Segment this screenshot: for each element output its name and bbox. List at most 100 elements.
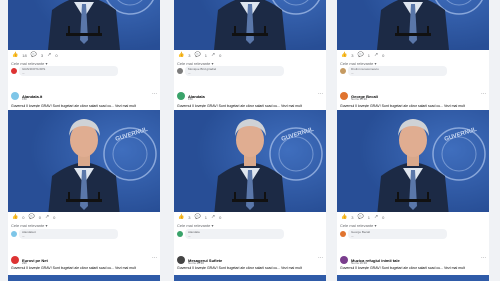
comment-icon[interactable]: 💬	[28, 215, 34, 220]
top-comment[interactable]: Monique Bird giradiel ...	[177, 66, 284, 76]
news-photo: GUVERNUL	[8, 0, 160, 50]
more-options-icon[interactable]: ···	[481, 255, 486, 261]
like-icon[interactable]: 👍	[178, 53, 184, 58]
share-icon[interactable]: ↗	[45, 215, 49, 220]
more-options-icon[interactable]: ···	[152, 255, 157, 261]
comment-count: 1	[204, 53, 207, 58]
news-photo: GUVERNUL	[337, 110, 489, 212]
comment-bubble: Alandala.it ...	[19, 229, 118, 239]
post-time[interactable]: Noi la 16:30	[188, 261, 204, 265]
reactions-bar: 👍 3 💬 1 ↗ 0	[174, 213, 326, 222]
news-photo: GUVERNUL	[337, 0, 489, 50]
comment-bubble: Alandala ...	[185, 229, 284, 239]
avatar	[177, 231, 183, 237]
share-icon[interactable]: ↗	[47, 53, 51, 58]
like-count: 3	[351, 215, 354, 220]
post-header: Muzica refugiul inimii tale Noi la 16:30…	[340, 254, 488, 266]
comment-icon[interactable]: 💬	[357, 53, 363, 58]
post-column-1: GUVERNUL 👍18 💬3 ↗0 Cele mai relevante ▾ …	[8, 0, 160, 281]
post-column-2: GUVERNUL 👍 3 💬 1 ↗ 0 Cele mai relevante ▾ M…	[174, 0, 326, 281]
share-count: 0	[382, 215, 385, 220]
page-avatar[interactable]	[11, 92, 19, 100]
avatar	[11, 68, 17, 74]
like-icon[interactable]: 👍	[341, 215, 347, 220]
post-time[interactable]: Noi la 16:30	[351, 97, 367, 101]
share-icon[interactable]: ↗	[211, 215, 215, 220]
more-options-icon[interactable]: ···	[481, 91, 486, 97]
like-count: 3	[188, 215, 191, 220]
comment-text: ...	[22, 234, 25, 238]
comment-icon[interactable]: 💬	[357, 215, 363, 220]
share-count: 0	[219, 215, 222, 220]
comment-bubble: GRANDOTA IRIS ...	[19, 66, 118, 76]
post-caption: Guvernul îl lovește GRAV! Sunt bugetari …	[11, 104, 136, 108]
page-avatar[interactable]	[340, 92, 348, 100]
comment-icon[interactable]: 💬	[194, 53, 200, 58]
news-photo	[337, 275, 489, 281]
post-header: Alandala 15h ···	[177, 90, 325, 102]
more-options-icon[interactable]: ···	[318, 255, 323, 261]
post-header: Mesagerul Suflete Noi la 16:30 ···	[177, 254, 325, 266]
comment-text: ...	[188, 71, 191, 75]
reactions-bar: 👍 3 💬 1 ↗ 0	[174, 51, 326, 60]
comment-text: ...	[351, 71, 354, 75]
share-count: 0	[219, 53, 222, 58]
post-time[interactable]: 15h	[188, 97, 193, 101]
avatar	[177, 68, 183, 74]
post-header: George Becali Noi la 16:30 ···	[340, 90, 488, 102]
like-count: 0	[22, 215, 25, 220]
share-icon[interactable]: ↗	[211, 53, 215, 58]
news-photo: GUVERNUL	[174, 0, 326, 50]
post-caption: Guvernul îl lovește GRAV! Sunt bugetari …	[11, 266, 136, 270]
relevance-filter[interactable]: Cele mai relevante ▾	[11, 223, 47, 228]
more-options-icon[interactable]: ···	[152, 91, 157, 97]
comment-bubble: Monique Bird giradiel ...	[185, 66, 284, 76]
relevance-filter[interactable]: Cele mai relevante ▾	[340, 223, 376, 228]
like-icon[interactable]: 👍	[12, 215, 18, 220]
avatar	[11, 231, 17, 237]
news-photo: GUVERNUL	[174, 110, 326, 212]
page-avatar[interactable]	[177, 92, 185, 100]
post-time[interactable]: 22h	[22, 261, 27, 265]
comment-count: 1	[367, 215, 370, 220]
news-photo	[174, 275, 326, 281]
post-time[interactable]: 15h	[22, 97, 27, 101]
top-comment[interactable]: Drulini na iacomescu ...	[340, 66, 447, 76]
comment-text: ...	[22, 71, 25, 75]
post-header: Eurovi pe Net 22h ···	[11, 254, 159, 266]
page-avatar[interactable]	[11, 256, 19, 264]
page-avatar[interactable]	[177, 256, 185, 264]
top-comment[interactable]: GRANDOTA IRIS ...	[11, 66, 118, 76]
comment-bubble: George Becali ...	[348, 229, 447, 239]
top-comment[interactable]: Alandala.it ...	[11, 229, 118, 239]
news-photo: GUVERNUL	[8, 110, 160, 212]
comment-icon[interactable]: 💬	[31, 53, 37, 58]
comment-count: 3	[40, 53, 44, 58]
reactions-bar: 👍 3 💬 1 ↗ 0	[337, 213, 489, 222]
like-count: 3	[188, 53, 191, 58]
like-icon[interactable]: 👍	[12, 53, 18, 58]
share-count: 0	[53, 215, 56, 220]
share-icon[interactable]: ↗	[374, 215, 378, 220]
comment-author: GRANDOTA IRIS	[22, 67, 46, 71]
post-time[interactable]: Noi la 16:30	[351, 261, 367, 265]
share-icon[interactable]: ↗	[374, 53, 378, 58]
top-comment[interactable]: George Becali ...	[340, 229, 447, 239]
like-icon[interactable]: 👍	[178, 215, 184, 220]
reactions-bar: 👍 0 💬 0 ↗ 0	[8, 213, 160, 222]
top-comment[interactable]: Alandala ...	[177, 229, 284, 239]
comment-author: Monique Bird giradiel	[188, 67, 217, 71]
post-caption: Guvernul îl lovește GRAV! Sunt bugetari …	[177, 104, 302, 108]
post-header: Alandala.it 15h ···	[11, 90, 159, 102]
avatar	[340, 68, 346, 74]
comment-count: 1	[367, 53, 370, 58]
relevance-filter[interactable]: Cele mai relevante ▾	[177, 223, 213, 228]
like-icon[interactable]: 👍	[341, 53, 347, 58]
reactions-bar: 👍 3 💬 1 ↗ 0	[337, 51, 489, 60]
page-avatar[interactable]	[340, 256, 348, 264]
post-caption: Guvernul îl lovește GRAV! Sunt bugetari …	[340, 104, 465, 108]
comment-text: ...	[188, 234, 191, 238]
like-count: 18	[22, 53, 27, 58]
more-options-icon[interactable]: ···	[318, 91, 323, 97]
comment-icon[interactable]: 💬	[194, 215, 200, 220]
